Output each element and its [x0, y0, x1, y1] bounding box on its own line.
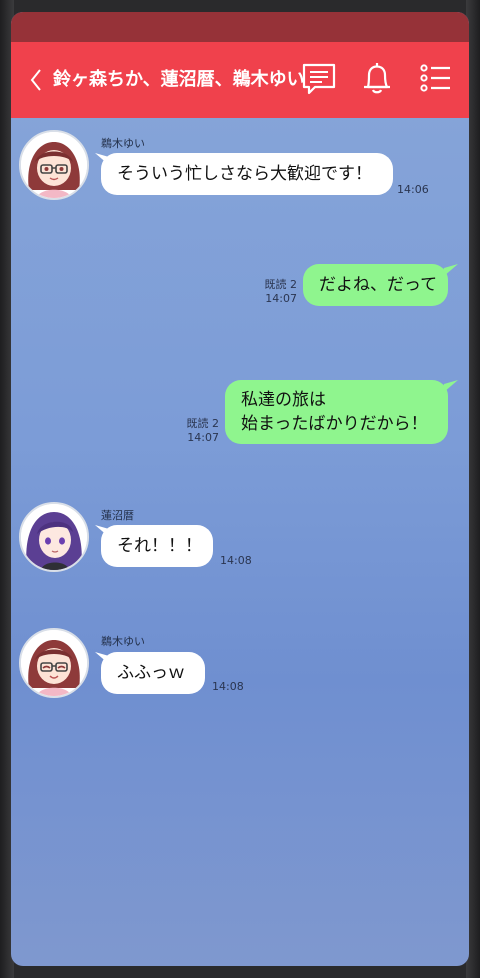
bubble-tail: [444, 264, 458, 276]
message-bubble[interactable]: ふふっｗ: [101, 652, 205, 694]
read-receipt: 既読 2: [186, 417, 220, 430]
sender-name: 鵜木ゆい: [101, 137, 145, 150]
chat-header: 鈴ヶ森ちか、蓮沼暦、鵜木ゆい: [11, 42, 469, 118]
message-time: 14:07: [265, 292, 297, 305]
read-receipt: 既読 2: [264, 278, 298, 291]
sender-name: 蓮沼暦: [101, 509, 134, 522]
avatar-yui[interactable]: [19, 130, 89, 200]
chat-title: 鈴ヶ森ちか、蓮沼暦、鵜木ゆい: [53, 69, 305, 90]
chevron-left-icon[interactable]: [29, 67, 43, 93]
message-meta: 既読 2 14:07: [261, 278, 298, 306]
chat-list-icon[interactable]: [301, 60, 337, 96]
menu-list-icon[interactable]: [417, 60, 453, 96]
avatar-koyomi-image: [21, 504, 87, 570]
status-bar: [11, 12, 469, 42]
message-time: 14:08: [220, 554, 252, 567]
avatar-koyomi[interactable]: [19, 502, 89, 572]
avatar-yui-image: [21, 630, 87, 696]
message-text-line: 私達の旅は: [241, 390, 326, 410]
bell-icon[interactable]: [359, 60, 395, 96]
message-time: 14:08: [212, 680, 244, 693]
sender-name: 鵜木ゆい: [101, 635, 145, 648]
message-time: 14:07: [187, 431, 219, 444]
message-text-line: 始まったばかりだから！: [241, 414, 428, 434]
message-bubble[interactable]: そういう忙しさなら大歓迎です！: [101, 153, 393, 195]
message-time: 14:06: [397, 183, 429, 196]
message-bubble[interactable]: それ！！！: [101, 525, 213, 567]
avatar-yui-image: [21, 132, 87, 198]
message-bubble[interactable]: 私達の旅は 始まったばかりだから！: [225, 380, 448, 444]
bubble-tail: [444, 380, 458, 392]
message-text: それ！！！: [117, 536, 202, 556]
message-bubble[interactable]: だよね、だって: [303, 264, 448, 306]
message-text: ふふっｗ: [117, 663, 185, 683]
message-meta: 既読 2 14:07: [183, 417, 220, 445]
avatar-yui[interactable]: [19, 628, 89, 698]
message-text: そういう忙しさなら大歓迎です！: [117, 164, 372, 184]
chat-screen: 鈴ヶ森ちか、蓮沼暦、鵜木ゆい 鵜木ゆい そういう忙しさなら大歓迎です！ 14:0…: [11, 12, 469, 966]
message-text: だよね、だって: [319, 275, 438, 295]
